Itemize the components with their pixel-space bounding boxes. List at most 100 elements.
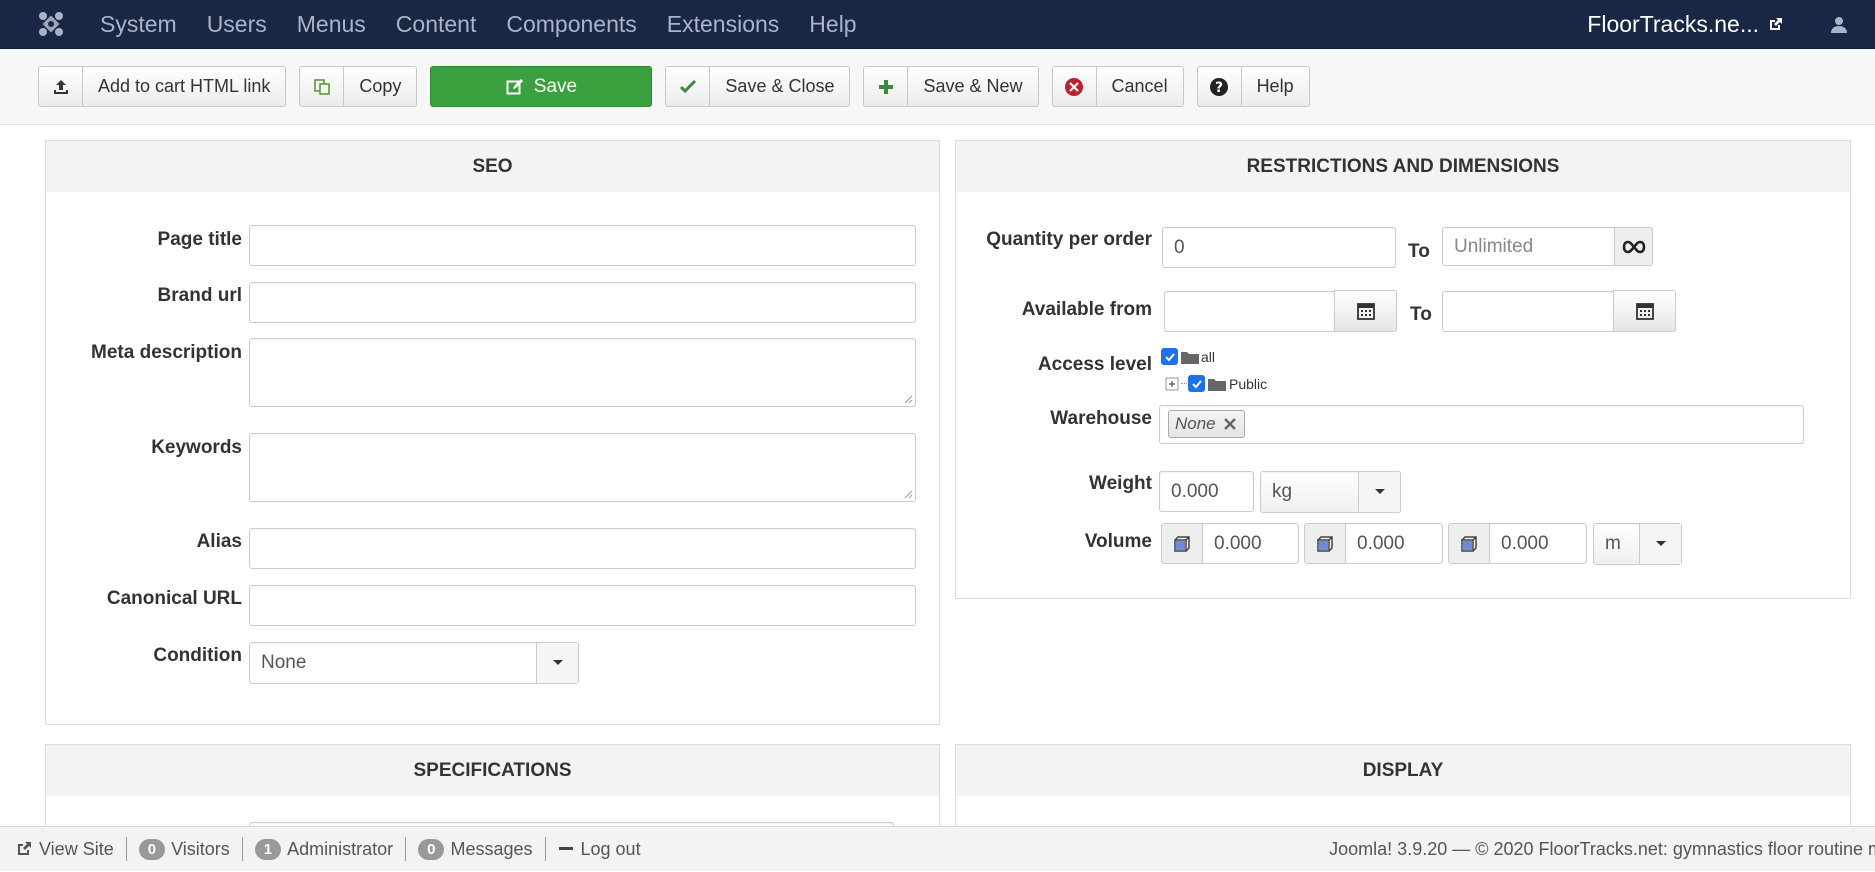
canonical-url-label: Canonical URL — [106, 588, 242, 609]
weight-unit-select[interactable]: kg — [1260, 471, 1401, 513]
volume-y-value: 0.000 — [1357, 532, 1405, 554]
save-button[interactable]: Save — [430, 66, 653, 107]
visitors-badge: 0 — [138, 838, 166, 860]
question-icon: ? — [1198, 67, 1242, 106]
view-site-label: View Site — [39, 838, 114, 859]
canonical-url-input[interactable] — [249, 585, 916, 626]
keywords-textarea[interactable] — [249, 433, 916, 502]
status-bar: View Site 0 Visitors 1 Administrator 0 M… — [0, 826, 1875, 871]
quantity-to-label: To — [1408, 241, 1430, 262]
add-to-cart-link-button[interactable]: Add to cart HTML link — [38, 66, 287, 107]
volume-x-input[interactable]: 0.000 — [1202, 523, 1299, 564]
volume-x-value: 0.000 — [1214, 532, 1262, 554]
quantity-from-input[interactable]: 0 — [1162, 227, 1396, 268]
logout-link[interactable]: Log out — [546, 839, 653, 860]
menu-extensions[interactable]: Extensions — [652, 0, 795, 49]
nav-right: FloorTracks.ne... — [1587, 0, 1875, 49]
menu-menus[interactable]: Menus — [282, 0, 381, 49]
copy-button[interactable]: Copy — [299, 66, 418, 107]
cube-x-icon — [1161, 523, 1203, 564]
brand-url-input[interactable] — [249, 282, 916, 323]
specifications-title: SPECIFICATIONS — [46, 745, 939, 796]
meta-description-label: Meta description — [91, 342, 242, 363]
volume-y-input[interactable]: 0.000 — [1345, 523, 1443, 564]
chevron-down-icon[interactable] — [1358, 472, 1400, 512]
menu-system[interactable]: System — [85, 0, 192, 49]
add-to-cart-label: Add to cart HTML link — [98, 76, 271, 96]
quantity-to-placeholder: Unlimited — [1454, 235, 1534, 257]
warehouse-multiselect[interactable] — [1159, 405, 1804, 444]
specifications-panel: SPECIFICATIONS — [45, 744, 940, 834]
page-title-input[interactable] — [249, 225, 916, 266]
quantity-from-value: 0 — [1174, 236, 1185, 258]
calendar-icon[interactable] — [1334, 290, 1397, 332]
warehouse-tag: None — [1168, 410, 1245, 438]
site-link[interactable]: FloorTracks.ne... — [1587, 11, 1783, 38]
restrictions-title: RESTRICTIONS AND DIMENSIONS — [956, 141, 1850, 192]
external-link-icon — [1770, 17, 1782, 30]
calendar-icon[interactable] — [1613, 290, 1676, 332]
help-button[interactable]: ? Help — [1196, 66, 1310, 107]
logout-label: Log out — [580, 838, 641, 859]
display-panel: DISPLAY — [955, 744, 1851, 834]
display-title: DISPLAY — [956, 745, 1850, 796]
folder-icon — [1181, 351, 1199, 364]
volume-unit-select[interactable]: m — [1593, 523, 1682, 565]
access-level-label: Access level — [1037, 354, 1152, 375]
cancel-icon — [1053, 67, 1097, 106]
messages-item[interactable]: 0 Messages — [406, 838, 544, 860]
menu-help[interactable]: Help — [794, 0, 871, 49]
expand-plus-icon[interactable] — [1164, 376, 1180, 392]
resize-handle-icon[interactable] — [903, 394, 913, 404]
resize-handle-icon[interactable] — [903, 489, 913, 499]
user-menu-icon[interactable] — [1817, 0, 1861, 49]
condition-select[interactable]: None — [249, 642, 579, 684]
checkbox-public[interactable] — [1188, 375, 1205, 392]
save-new-button[interactable]: Save & New — [863, 66, 1039, 107]
messages-badge: 0 — [418, 838, 445, 860]
save-close-button[interactable]: Save & Close — [665, 66, 851, 107]
edit-icon — [506, 78, 524, 96]
seo-title: SEO — [46, 141, 939, 192]
quantity-to-input[interactable]: Unlimited — [1442, 227, 1615, 266]
copy-icon — [300, 67, 345, 106]
joomla-logo-icon[interactable] — [26, 0, 75, 49]
meta-description-textarea[interactable] — [249, 338, 916, 407]
chevron-down-icon[interactable] — [1639, 524, 1681, 564]
folder-icon — [1208, 378, 1226, 391]
volume-z-value: 0.000 — [1501, 532, 1549, 554]
access-tree-all: all — [1161, 348, 1215, 365]
copy-label: Copy — [359, 76, 402, 96]
weight-label: Weight — [1089, 473, 1152, 494]
view-site-link[interactable]: View Site — [0, 839, 126, 860]
visitors-label: Visitors — [171, 838, 230, 859]
volume-unit-value: m — [1605, 533, 1621, 554]
menu-users[interactable]: Users — [192, 0, 282, 49]
cancel-button[interactable]: Cancel — [1051, 66, 1184, 107]
available-to-input[interactable] — [1442, 291, 1614, 332]
external-link-icon — [18, 842, 31, 855]
volume-z-input[interactable]: 0.000 — [1489, 523, 1587, 564]
chevron-down-icon[interactable] — [536, 643, 578, 683]
infinity-icon[interactable] — [1614, 227, 1653, 266]
main-menu: System Users Menus Content Components Ex… — [85, 0, 872, 49]
available-from-label: Available from — [1021, 299, 1152, 320]
alias-input[interactable] — [249, 528, 916, 569]
available-from-input[interactable] — [1164, 291, 1335, 332]
checkbox-all[interactable] — [1161, 348, 1178, 365]
warehouse-tag-label: None — [1175, 414, 1216, 433]
menu-content[interactable]: Content — [381, 0, 492, 49]
admin-badge: 1 — [254, 838, 282, 860]
volume-label: Volume — [1084, 531, 1152, 552]
remove-tag-icon[interactable] — [1222, 416, 1238, 432]
menu-components[interactable]: Components — [491, 0, 651, 49]
admin-label: Administrator — [287, 838, 394, 859]
condition-value: None — [261, 652, 307, 673]
save-label: Save — [533, 75, 578, 97]
cancel-label: Cancel — [1111, 76, 1168, 96]
minus-icon — [558, 847, 573, 850]
weight-input[interactable]: 0.000 — [1159, 471, 1254, 512]
quantity-per-order-label: Quantity per order — [986, 229, 1152, 250]
plus-icon — [864, 67, 909, 106]
help-label: Help — [1256, 76, 1294, 96]
